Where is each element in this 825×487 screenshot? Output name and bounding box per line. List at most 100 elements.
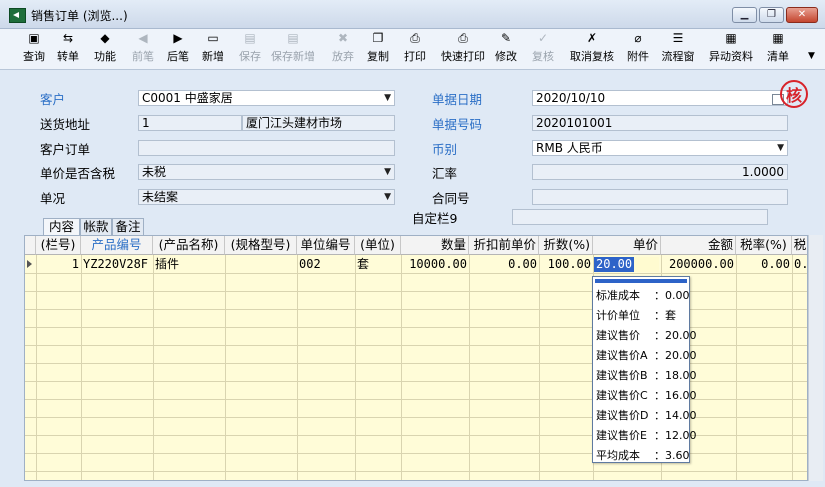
- toolbar-label: 取消复核: [570, 50, 614, 63]
- doc-no-field[interactable]: 2020101001: [532, 115, 788, 131]
- contract-field[interactable]: [532, 189, 788, 205]
- grid-header-6[interactable]: 数量: [401, 236, 469, 255]
- toolbar-label: 快速打印: [441, 50, 485, 63]
- grid-row-line: [25, 309, 807, 310]
- cell-no[interactable]: 1: [36, 256, 81, 273]
- cell-price[interactable]: 20.00: [594, 257, 635, 272]
- custom9-field[interactable]: [512, 209, 768, 225]
- toolbar-modify-button[interactable]: ✎ 修改: [493, 31, 519, 67]
- toolbar-print-button[interactable]: ⎙ 打印: [402, 31, 428, 67]
- toolbar-function-button[interactable]: ◆ 功能: [92, 31, 118, 67]
- toolbar-overflow-icon[interactable]: ▼: [808, 51, 815, 61]
- cancel-review-icon: ✗: [586, 31, 598, 45]
- grid-header-5[interactable]: (单位): [355, 236, 401, 255]
- cell-unit[interactable]: 套: [355, 256, 401, 273]
- toolbar-label: 清单: [767, 50, 789, 63]
- popup-item-label: 标准成本: [596, 289, 640, 302]
- toolbar-cancel-review-button[interactable]: ✗ 取消复核: [567, 31, 617, 67]
- toolbar-label: 前笔: [132, 50, 154, 63]
- toolbar-new-button[interactable]: ▭ 新增: [200, 31, 226, 67]
- grid-col-line: [539, 255, 540, 480]
- grid-header-9[interactable]: 单价: [593, 236, 661, 255]
- cell-discount[interactable]: 100.00: [539, 256, 593, 273]
- grid-header-1[interactable]: 产品编号: [81, 236, 153, 255]
- close-button[interactable]: ✕: [786, 7, 818, 23]
- toolbar-clear-button[interactable]: ▦ 清单: [765, 31, 791, 67]
- toolbar-change-info-button[interactable]: ▦ 异动资料: [706, 31, 756, 67]
- toolbar-discard-button[interactable]: ✖ 放弃: [330, 31, 356, 67]
- cell-pre-discount-price[interactable]: 0.00: [469, 256, 539, 273]
- toolbar-query-button[interactable]: ▣ 查询: [21, 31, 47, 67]
- toolbar-convert-button[interactable]: ⇆ 转单: [55, 31, 81, 67]
- toolbar-quick-print-button[interactable]: ⎙ 快速打印: [438, 31, 488, 67]
- customer-order-field[interactable]: [138, 140, 395, 156]
- address-field[interactable]: 厦门江头建材市场: [242, 115, 395, 131]
- clear-icon: ▦: [772, 31, 784, 45]
- toolbar-copy-button[interactable]: ❐ 复制: [365, 31, 391, 67]
- tab-content[interactable]: 内容: [43, 218, 80, 236]
- toolbar-flow-window-button[interactable]: ☰ 流程窗: [659, 31, 697, 67]
- minimize-button[interactable]: ▁: [732, 7, 757, 23]
- tab-remarks[interactable]: 备注: [112, 218, 144, 235]
- vertical-scrollbar[interactable]: [808, 235, 823, 481]
- grid-header-2[interactable]: (产品名称): [153, 236, 225, 255]
- grid-header-3[interactable]: (规格型号): [225, 236, 297, 255]
- address-code-field[interactable]: 1: [138, 115, 242, 131]
- grid-header-10[interactable]: 金额: [661, 236, 736, 255]
- tab-accounts[interactable]: 帐款: [80, 218, 112, 235]
- popup-item-value: ：16.00: [654, 389, 697, 402]
- popup-item-label: 建议售价B: [596, 369, 648, 382]
- grid-header-7[interactable]: 折扣前单价: [469, 236, 539, 255]
- cell-tax[interactable]: 0.: [792, 256, 807, 273]
- popup-item-label: 计价单位: [596, 309, 640, 322]
- toolbar-label: 新增: [202, 50, 224, 63]
- rate-field[interactable]: 1.0000: [532, 164, 788, 180]
- grid-header-4[interactable]: 单位编号: [297, 236, 355, 255]
- doc-date-field[interactable]: 2020/10/10: [532, 90, 788, 106]
- grid-header-0[interactable]: (栏号): [36, 236, 81, 255]
- toolbar-save-new-button[interactable]: ▤ 保存新增: [268, 31, 318, 67]
- status-select[interactable]: 未结案: [138, 189, 395, 205]
- popup-item-label: 建议售价A: [596, 349, 648, 362]
- popup-item-label: 建议售价D: [596, 409, 649, 422]
- currency-value: RMB 人民币: [536, 141, 603, 155]
- cell-qty[interactable]: 10000.00: [401, 256, 469, 273]
- toolbar-label: 附件: [627, 50, 649, 63]
- grid-header-8[interactable]: 折数(%): [539, 236, 593, 255]
- grid-col-line: [153, 255, 154, 480]
- toolbar-attachment-button[interactable]: ⌀ 附件: [625, 31, 651, 67]
- toolbar-label: 流程窗: [661, 50, 695, 63]
- grid-header-11[interactable]: 税率(%): [736, 236, 792, 255]
- grid-row-line: [25, 291, 807, 292]
- toolbar-label: 后笔: [167, 50, 189, 63]
- discard-icon: ✖: [337, 31, 349, 45]
- toolbar-review-button[interactable]: ✓ 复核: [530, 31, 556, 67]
- grid-row-line: [25, 273, 807, 274]
- toolbar-label: 功能: [94, 50, 116, 63]
- grid-col-line: [792, 255, 793, 480]
- quick-print-icon: ⎙: [458, 31, 468, 45]
- cell-product-name[interactable]: 插件: [153, 256, 225, 273]
- grid-header-12[interactable]: 税: [792, 236, 807, 255]
- cell-spec[interactable]: [225, 256, 297, 273]
- cell-tax-rate[interactable]: 0.00: [736, 256, 792, 273]
- price-cell-editor[interactable]: 20.00: [594, 257, 659, 272]
- tax-included-select[interactable]: 未税: [138, 164, 395, 180]
- grid-col-line: [225, 255, 226, 480]
- modify-icon: ✎: [500, 31, 512, 45]
- customer-select[interactable]: C0001 中盛家居: [138, 90, 395, 106]
- maximize-button[interactable]: ❐: [759, 7, 784, 23]
- cell-amount[interactable]: 200000.00: [661, 256, 736, 273]
- grid-col-line: [469, 255, 470, 480]
- convert-icon: ⇆: [62, 31, 74, 45]
- cell-product-code[interactable]: YZ220V28F: [81, 256, 153, 273]
- tax-included-label: 单价是否含税: [40, 166, 116, 181]
- tax-included-value: 未税: [142, 165, 167, 179]
- currency-select[interactable]: RMB 人民币: [532, 140, 788, 156]
- toolbar-next-button[interactable]: ▶ 后笔: [165, 31, 191, 67]
- toolbar-prev-button[interactable]: ◀ 前笔: [130, 31, 156, 67]
- query-icon: ▣: [28, 31, 40, 45]
- toolbar-save-button[interactable]: ▤ 保存: [237, 31, 263, 67]
- popup-item-value: ：套: [654, 309, 676, 322]
- cell-unit-code[interactable]: 002: [297, 256, 355, 273]
